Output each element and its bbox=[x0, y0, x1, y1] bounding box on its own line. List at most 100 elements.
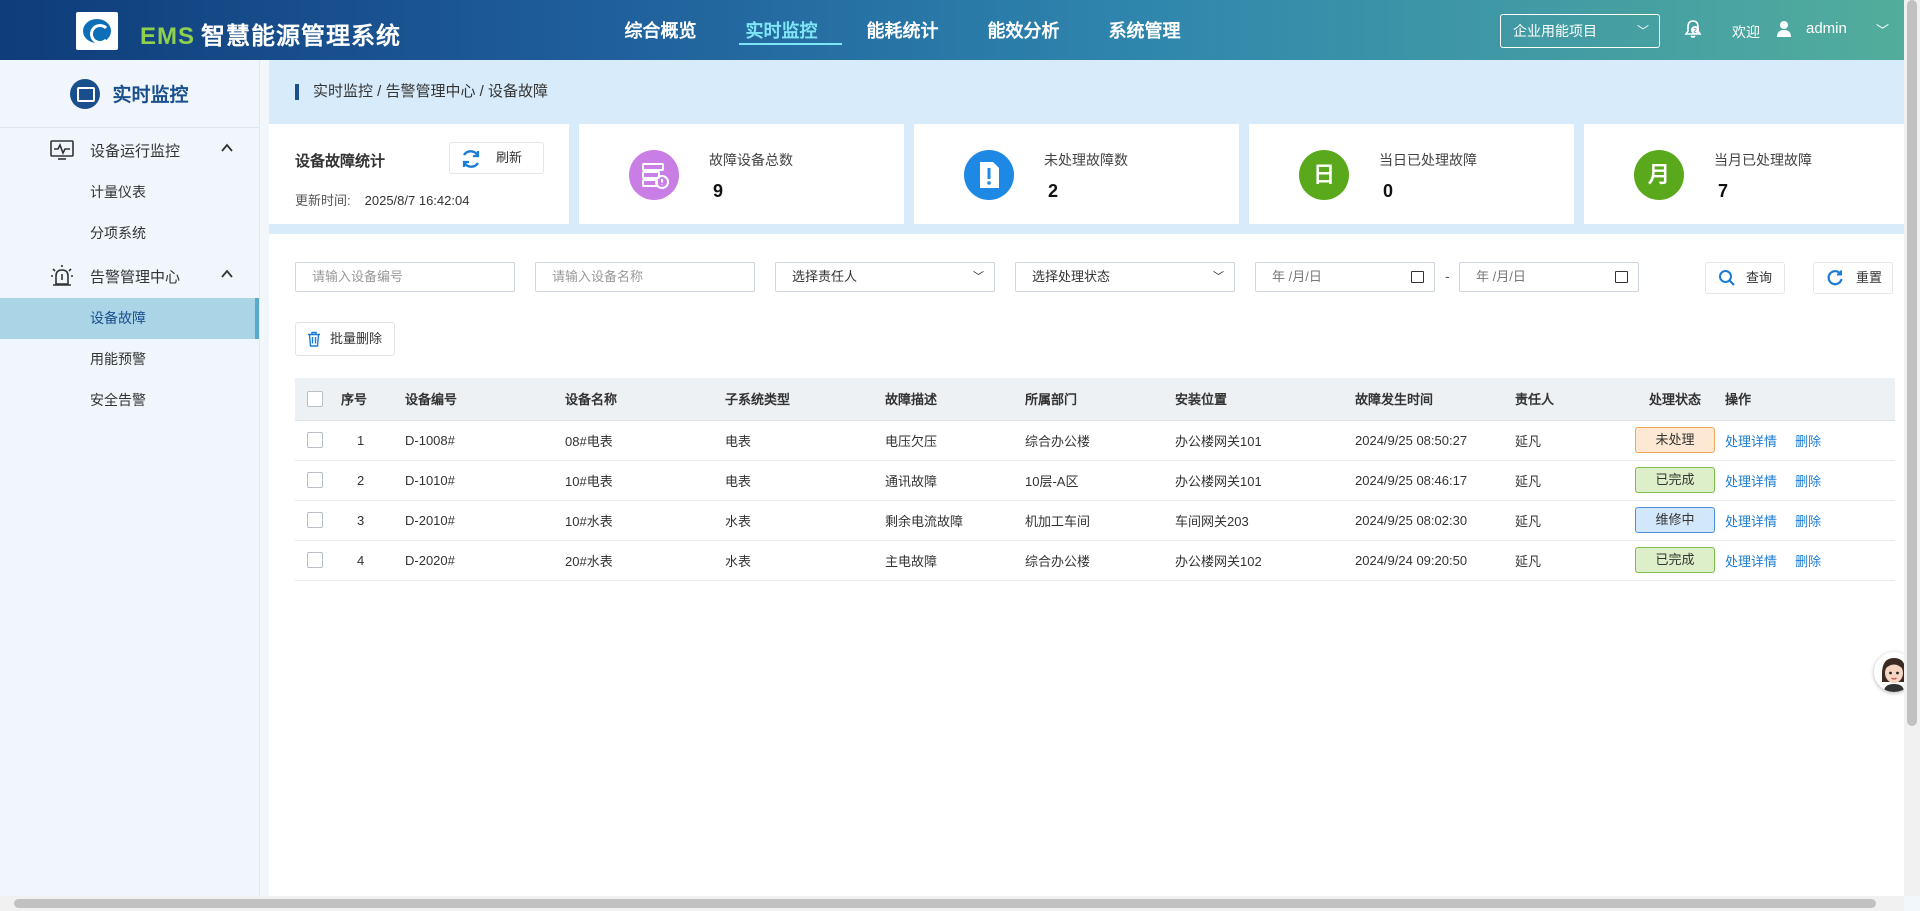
horizontal-scrollbar[interactable] bbox=[0, 896, 1904, 911]
detail-link[interactable]: 处理详情 bbox=[1725, 474, 1777, 489]
update-time-label: 更新时间: bbox=[295, 193, 351, 208]
delete-link[interactable]: 删除 bbox=[1795, 434, 1821, 449]
cell-name: 10#电表 bbox=[565, 460, 725, 501]
search-icon bbox=[1719, 270, 1735, 286]
owner-select-value: 选择责任人 bbox=[792, 269, 858, 284]
cell-desc: 剩余电流故障 bbox=[885, 500, 1025, 541]
nav-overview[interactable]: 综合概览 bbox=[600, 0, 721, 60]
cell-dept: 机加工车间 bbox=[1025, 500, 1175, 541]
end-date-input[interactable]: 年 /月/日 bbox=[1459, 262, 1639, 292]
welcome-text: 欢迎 bbox=[1732, 24, 1760, 40]
cell-owner: 延凡 bbox=[1515, 460, 1625, 501]
row-checkbox[interactable] bbox=[307, 552, 323, 569]
date-separator: - bbox=[1445, 268, 1450, 284]
server-alert-icon bbox=[629, 150, 679, 200]
status-select[interactable]: 选择处理状态 ﹀ bbox=[1015, 262, 1235, 292]
row-checkbox[interactable] bbox=[307, 512, 323, 529]
cell-code: D-2010# bbox=[405, 500, 565, 541]
stat-card-unhandled: 未处理故障数 2 bbox=[914, 124, 1239, 224]
col-header: 处理状态 bbox=[1625, 378, 1725, 421]
stat-card-today-handled: 日 当日已处理故障 0 bbox=[1249, 124, 1574, 224]
chevron-down-icon: ﹀ bbox=[1213, 271, 1224, 283]
company-logo bbox=[76, 12, 118, 50]
filter-bar: 请输入设备编号 请输入设备名称 选择责任人 ﹀ 选择处理状态 ﹀ 年 /月/日 … bbox=[295, 262, 1895, 294]
day-icon: 日 bbox=[1299, 150, 1349, 200]
detail-link[interactable]: 处理详情 bbox=[1725, 554, 1777, 569]
delete-link[interactable]: 删除 bbox=[1795, 514, 1821, 529]
vertical-scrollbar[interactable] bbox=[1904, 0, 1920, 896]
cell-code: D-2020# bbox=[405, 540, 565, 581]
reset-icon bbox=[1827, 270, 1843, 286]
username[interactable]: admin bbox=[1806, 20, 1847, 37]
table-row: 2 D-1010# 10#电表 电表 通讯故障 10层-A区 办公楼网关101 2024/9/… bbox=[295, 460, 1895, 501]
table-row: 3 D-2010# 10#水表 水表 剩余电流故障 机加工车间 车间网关203 2024/9/… bbox=[295, 500, 1895, 541]
chevron-down-icon[interactable]: ﹀ bbox=[1876, 20, 1889, 39]
sidebar-group-alarm-center[interactable]: 告警管理中心 bbox=[0, 254, 259, 298]
query-button[interactable]: 查询 bbox=[1705, 262, 1785, 294]
main-content: 实时监控 / 告警管理中心 / 设备故障 设备故障统计 刷新 更新时间: 2025… bbox=[269, 60, 1909, 896]
end-date-value: 年 /月/日 bbox=[1476, 269, 1526, 284]
col-header: 子系统类型 bbox=[725, 378, 885, 421]
app-title: EMS 智慧能源管理系统 bbox=[140, 16, 401, 51]
stat-card-month-handled: 月 当月已处理故障 7 bbox=[1584, 124, 1909, 224]
batch-delete-button[interactable]: 批量删除 bbox=[295, 322, 395, 356]
cell-type: 水表 bbox=[725, 500, 885, 541]
nav-system-admin[interactable]: 系统管理 bbox=[1084, 0, 1205, 60]
device-name-input[interactable]: 请输入设备名称 bbox=[535, 262, 755, 292]
cell-name: 10#水表 bbox=[565, 500, 725, 541]
sidebar-item-device-faults[interactable]: 设备故障 bbox=[0, 298, 259, 339]
detail-link[interactable]: 处理详情 bbox=[1725, 434, 1777, 449]
cell-owner: 延凡 bbox=[1515, 500, 1625, 541]
cell-owner: 延凡 bbox=[1515, 540, 1625, 581]
sidebar-title: 实时监控 bbox=[112, 85, 189, 106]
status-badge: 已完成 bbox=[1635, 467, 1715, 493]
refresh-button[interactable]: 刷新 bbox=[449, 142, 544, 174]
detail-link[interactable]: 处理详情 bbox=[1725, 514, 1777, 529]
sidebar-group-device-monitoring[interactable]: 设备运行监控 bbox=[0, 128, 259, 172]
sidebar-item-meters[interactable]: 计量仪表 bbox=[0, 172, 259, 213]
cell-time: 2024/9/25 08:50:27 bbox=[1355, 420, 1515, 461]
pulse-monitor-icon bbox=[50, 140, 74, 160]
reset-button[interactable]: 重置 bbox=[1813, 262, 1893, 294]
col-header: 操作 bbox=[1725, 378, 1895, 421]
monitor-icon bbox=[70, 78, 101, 109]
delete-link[interactable]: 删除 bbox=[1795, 474, 1821, 489]
select-all-checkbox[interactable] bbox=[307, 391, 323, 408]
query-label: 查询 bbox=[1746, 270, 1773, 285]
bell-icon[interactable]: 2 bbox=[1682, 18, 1704, 40]
alarm-light-icon bbox=[51, 265, 73, 286]
batch-delete-label: 批量删除 bbox=[330, 331, 383, 346]
cell-type: 电表 bbox=[725, 460, 885, 501]
delete-link[interactable]: 删除 bbox=[1795, 554, 1821, 569]
project-select[interactable]: 企业用能项目 ﹀ bbox=[1500, 14, 1660, 48]
sidebar-item-energy-warning[interactable]: 用能预警 bbox=[0, 339, 259, 380]
cell-type: 水表 bbox=[725, 540, 885, 581]
stat-value: 7 bbox=[1718, 181, 1729, 201]
document-alert-icon bbox=[964, 150, 1014, 200]
row-checkbox[interactable] bbox=[307, 472, 323, 489]
sidebar-item-subsystems[interactable]: 分项系统 bbox=[0, 213, 259, 254]
stat-card-total-faults: 故障设备总数 9 bbox=[579, 124, 904, 224]
reset-label: 重置 bbox=[1856, 270, 1883, 285]
cell-no: 2 bbox=[341, 460, 405, 501]
table-row: 1 D-1008# 08#电表 电表 电压欠压 综合办公楼 办公楼网关101 2024/9/2… bbox=[295, 420, 1895, 461]
col-header: 所属部门 bbox=[1025, 378, 1175, 421]
nav-realtime-monitor[interactable]: 实时监控 bbox=[721, 0, 842, 60]
stats-title: 设备故障统计 bbox=[295, 153, 386, 170]
owner-select[interactable]: 选择责任人 ﹀ bbox=[775, 262, 995, 292]
sidebar-item-safety-alarm[interactable]: 安全告警 bbox=[0, 380, 259, 421]
cell-code: D-1010# bbox=[405, 460, 565, 501]
status-badge: 维修中 bbox=[1635, 507, 1715, 533]
device-code-input[interactable]: 请输入设备编号 bbox=[295, 262, 515, 292]
calendar-icon[interactable] bbox=[1411, 271, 1424, 283]
sidebar-group-label: 告警管理中心 bbox=[90, 268, 181, 286]
status-badge: 未处理 bbox=[1635, 427, 1715, 453]
start-date-input[interactable]: 年 /月/日 bbox=[1255, 262, 1435, 292]
calendar-icon[interactable] bbox=[1615, 271, 1628, 283]
nav-energy-stats[interactable]: 能耗统计 bbox=[842, 0, 963, 60]
row-checkbox[interactable] bbox=[307, 432, 323, 449]
col-header: 设备编号 bbox=[405, 378, 565, 421]
cell-owner: 延凡 bbox=[1515, 420, 1625, 461]
fault-table: 序号 设备编号 设备名称 子系统类型 故障描述 所属部门 安装位置 故障发生时间… bbox=[295, 378, 1895, 581]
nav-efficiency-analysis[interactable]: 能效分析 bbox=[963, 0, 1084, 60]
